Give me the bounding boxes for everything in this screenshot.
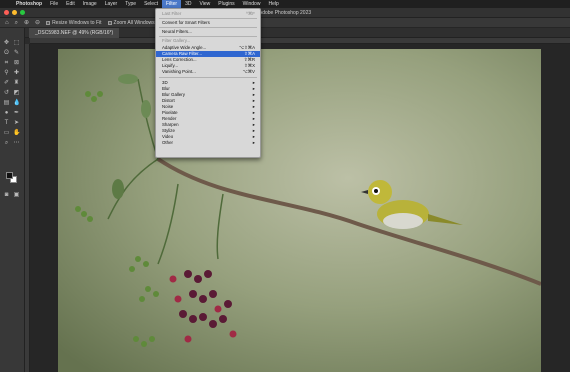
menu-item-other[interactable]: Other ▸: [156, 140, 260, 146]
menu-photoshop[interactable]: Photoshop: [12, 0, 46, 8]
zoom-tool-panel-icon[interactable]: ⌕: [3, 140, 10, 147]
photo-background: [58, 49, 541, 372]
window-title: Adobe Photoshop 2023: [258, 10, 312, 16]
window-titlebar: Adobe Photoshop 2023: [0, 8, 570, 18]
menu-image[interactable]: Image: [79, 0, 101, 8]
document-tab-label: _DSC5983.NEF @ 49% (RGB/16*): [35, 30, 114, 36]
lasso-tool-icon[interactable]: ʘ: [3, 50, 10, 57]
foreground-color-swatch[interactable]: [6, 172, 13, 179]
crop-tool-icon[interactable]: ⌗: [3, 60, 10, 67]
tools-panel: ✥ ⬚ ʘ ✎ ⌗ ⊠ ⚲ ✚ ✐ ♜ ↺ ◩ ▤ 💧 ● ✒ T ➤ ▭ ✋ …: [0, 28, 25, 372]
menu-separator: [159, 18, 257, 19]
menu-filter[interactable]: Filter: [161, 0, 182, 8]
frame-tool-icon[interactable]: ⊠: [13, 60, 20, 67]
menu-item-neural-filters[interactable]: Neural Filters...: [156, 29, 260, 35]
resize-windows-checkbox[interactable]: Resize Windows to Fit: [46, 20, 102, 26]
history-brush-tool-icon[interactable]: ↺: [3, 90, 10, 97]
zoom-tool-icon[interactable]: ⌕: [15, 18, 18, 28]
menu-item-vanishing-point[interactable]: Vanishing Point... ⌥⌘V: [156, 69, 260, 75]
canvas-area[interactable]: [30, 44, 570, 372]
zoom-all-windows-checkbox[interactable]: Zoom All Windows: [107, 20, 155, 26]
blur-tool-icon[interactable]: 💧: [13, 100, 20, 107]
chevron-right-icon: ▸: [252, 140, 255, 145]
spot-heal-tool-icon[interactable]: ✚: [13, 70, 20, 77]
menu-item-filter-gallery[interactable]: Filter Gallery...: [156, 38, 260, 44]
marquee-tool-icon[interactable]: ⬚: [13, 40, 20, 47]
shape-tool-icon[interactable]: ▭: [3, 130, 10, 137]
menu-view[interactable]: View: [196, 0, 215, 8]
gradient-tool-icon[interactable]: ▤: [3, 100, 10, 107]
path-select-tool-icon[interactable]: ➤: [13, 120, 20, 127]
dodge-tool-icon[interactable]: ●: [3, 110, 10, 117]
leaf: [141, 100, 151, 118]
hand-tool-icon[interactable]: ✋: [13, 130, 20, 137]
menu-separator: [159, 36, 257, 37]
menu-window[interactable]: Window: [239, 0, 265, 8]
options-bar: ⌂ ⌕ ⊕ ⊖ Resize Windows to Fit Zoom All W…: [0, 18, 570, 28]
eraser-tool-icon[interactable]: ◩: [13, 90, 20, 97]
more-tools-icon[interactable]: ⋯: [13, 140, 20, 147]
type-tool-icon[interactable]: T: [3, 120, 10, 127]
menu-separator: [159, 77, 257, 78]
screen-mode-icon[interactable]: ▣: [13, 192, 20, 199]
document-tab-bar: _DSC5983.NEF @ 49% (RGB/16*): [25, 28, 570, 38]
menu-bar: Photoshop File Edit Image Layer Type Sel…: [0, 0, 570, 8]
photo-illustration: [58, 49, 542, 372]
brush-tool-icon[interactable]: ✐: [3, 80, 10, 87]
menu-file[interactable]: File: [46, 0, 62, 8]
leaf: [112, 179, 124, 199]
menu-select[interactable]: Select: [140, 0, 162, 8]
pen-tool-icon[interactable]: ✒: [13, 110, 20, 117]
menu-3d[interactable]: 3D: [181, 0, 195, 8]
photo-canvas[interactable]: [58, 49, 542, 372]
zoom-out-icon[interactable]: ⊖: [35, 18, 40, 28]
stamp-tool-icon[interactable]: ♜: [13, 80, 20, 87]
document-tab[interactable]: _DSC5983.NEF @ 49% (RGB/16*): [29, 28, 120, 38]
menu-layer[interactable]: Layer: [101, 0, 122, 8]
quick-select-tool-icon[interactable]: ✎: [13, 50, 20, 57]
leaf: [118, 74, 138, 84]
eyedropper-tool-icon[interactable]: ⚲: [3, 70, 10, 77]
menu-help[interactable]: Help: [264, 0, 282, 8]
quick-mask-icon[interactable]: ◙: [3, 192, 10, 199]
menu-edit[interactable]: Edit: [62, 0, 79, 8]
home-icon[interactable]: ⌂: [5, 18, 9, 28]
filter-dropdown-menu: Last Filter ^⌘F Convert for Smart Filter…: [155, 8, 261, 158]
menu-separator: [159, 27, 257, 28]
move-tool-icon[interactable]: ✥: [3, 40, 10, 47]
zoom-in-icon[interactable]: ⊕: [24, 18, 29, 28]
menu-plugins[interactable]: Plugins: [214, 0, 238, 8]
menu-type[interactable]: Type: [121, 0, 140, 8]
menu-item-convert-smart-filters[interactable]: Convert for Smart Filters: [156, 20, 260, 26]
menu-item-last-filter[interactable]: Last Filter ^⌘F: [156, 11, 260, 17]
